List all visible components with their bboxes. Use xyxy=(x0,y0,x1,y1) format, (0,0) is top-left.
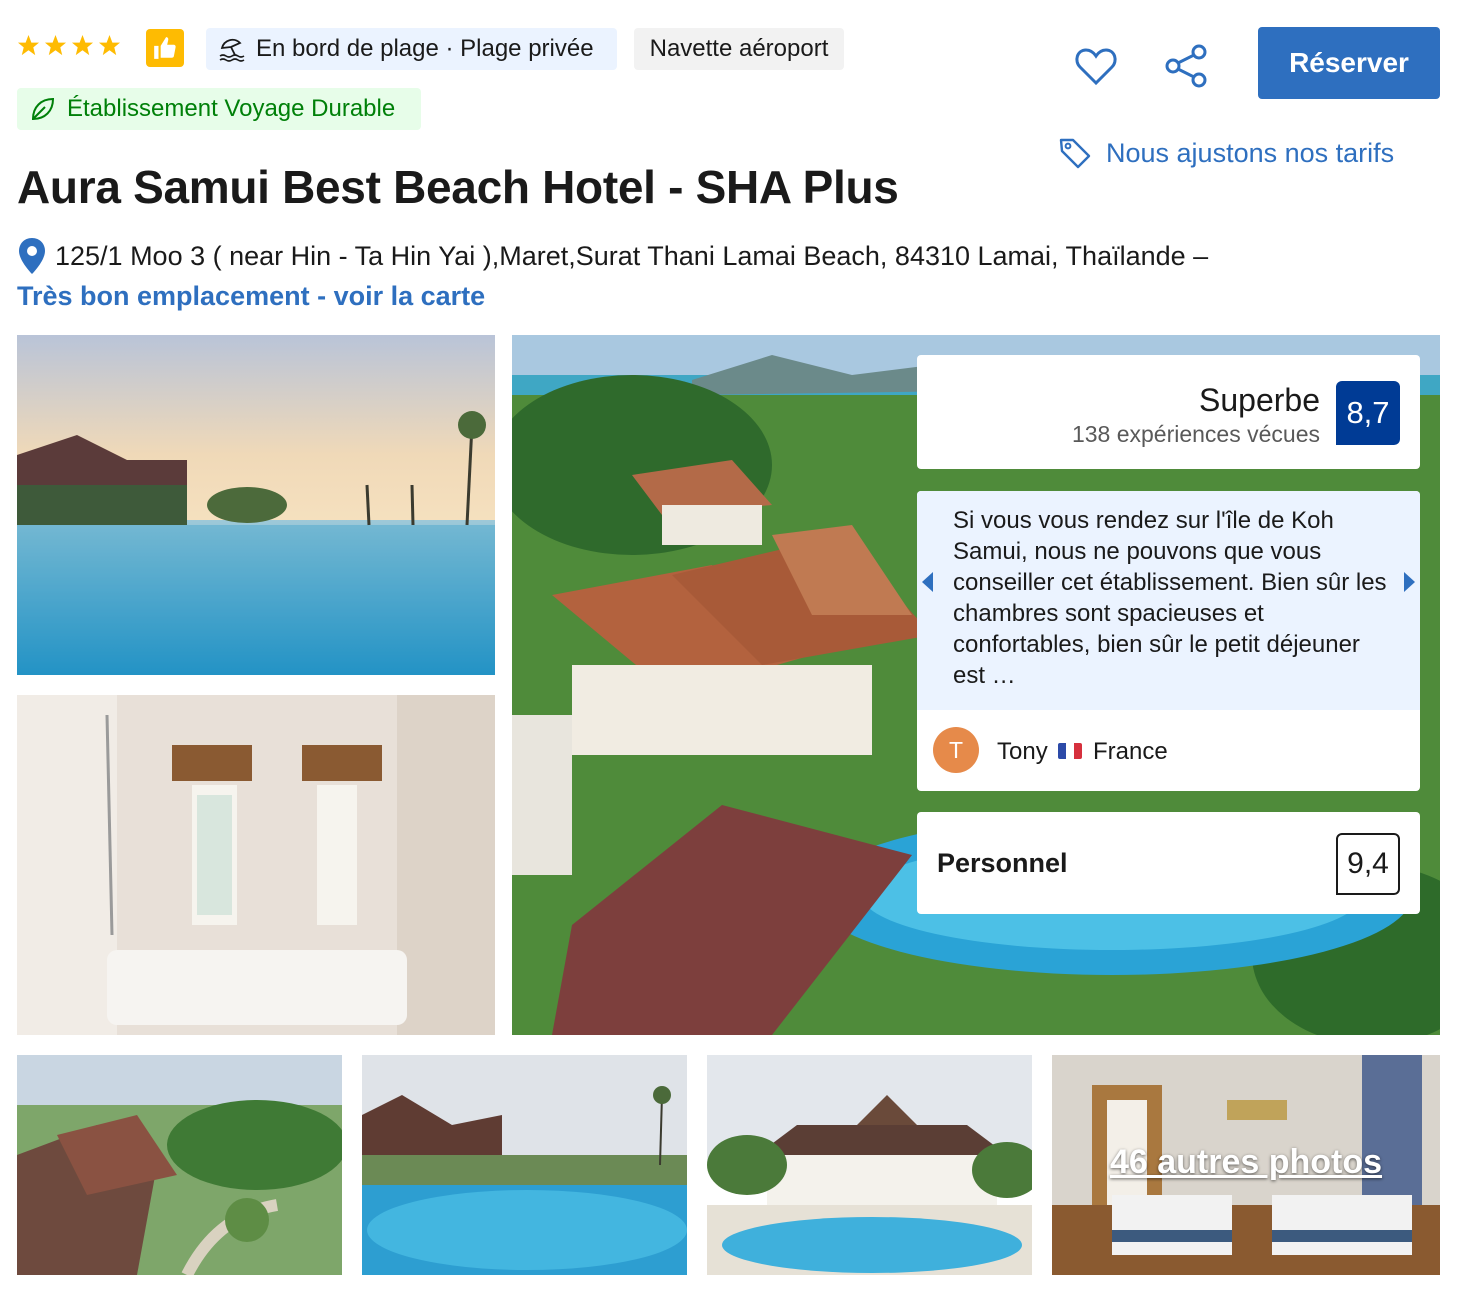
photo-thumbnail-restaurant[interactable] xyxy=(707,1055,1032,1275)
thumbs-up-icon xyxy=(146,29,184,67)
review-text: Si vous vous rendez sur l'île de Koh Sam… xyxy=(953,507,1387,689)
beach-chip-label: En bord de plage · Plage privée xyxy=(256,35,594,62)
reviewer-country: France xyxy=(1093,738,1168,765)
beach-chip: En bord de plage · Plage privée xyxy=(206,28,617,70)
star-rating xyxy=(17,34,121,57)
photo-thumbnail-pool[interactable] xyxy=(362,1055,687,1275)
photo-thumbnail-garden[interactable] xyxy=(17,1055,342,1275)
heart-icon xyxy=(1075,48,1117,86)
tag-icon xyxy=(1059,138,1091,169)
shuttle-chip-label: Navette aéroport xyxy=(649,35,829,62)
sustainable-chip[interactable]: Établissement Voyage Durable xyxy=(17,88,421,130)
hotel-title: Aura Samui Best Beach Hotel - SHA Plus xyxy=(17,161,899,213)
star-icon xyxy=(17,34,40,56)
leaf-icon xyxy=(31,97,55,121)
address-text: 125/1 Moo 3 ( near Hin - Ta Hin Yai ),Ma… xyxy=(55,240,1209,271)
share-icon xyxy=(1165,44,1207,88)
chevron-right-icon xyxy=(1404,572,1415,592)
staff-rating-score: 9,4 xyxy=(1336,833,1400,895)
show-map-link[interactable]: Très bon emplacement - voir la carte xyxy=(17,281,485,312)
reserve-button[interactable]: Réserver xyxy=(1258,27,1440,99)
location-pin-icon xyxy=(19,238,45,274)
review-body: Si vous vous rendez sur l'île de Koh Sam… xyxy=(917,491,1420,710)
reviewer-name: Tony xyxy=(997,738,1048,765)
france-flag-icon xyxy=(1058,743,1082,759)
review-count: 138 expériences vécues xyxy=(1071,421,1320,447)
sustainable-chip-label: Établissement Voyage Durable xyxy=(67,95,396,122)
photo-thumbnail-bedroom[interactable]: 46 autres photos xyxy=(1052,1055,1440,1275)
star-icon xyxy=(98,34,121,56)
photo-pool-sunset[interactable] xyxy=(17,335,495,675)
beach-icon xyxy=(219,38,245,62)
chevron-left-icon xyxy=(922,572,933,592)
address-row: 125/1 Moo 3 ( near Hin - Ta Hin Yai ),Ma… xyxy=(17,236,1208,276)
rating-card[interactable]: Superbe 138 expériences vécues 8,7 xyxy=(917,355,1420,469)
share-button[interactable] xyxy=(1163,43,1209,89)
rating-score-badge: 8,7 xyxy=(1336,381,1400,445)
reviewer-info: T Tony France xyxy=(917,710,1420,791)
price-match-label: Nous ajustons nos tarifs xyxy=(1106,137,1395,168)
star-icon xyxy=(71,34,94,56)
avatar: T xyxy=(933,727,979,773)
staff-rating-card: Personnel 9,4 xyxy=(917,812,1420,914)
save-favorite-button[interactable] xyxy=(1073,43,1119,89)
price-match-link[interactable]: Nous ajustons nos tarifs xyxy=(1058,136,1394,170)
star-icon xyxy=(44,34,67,56)
previous-review-button[interactable] xyxy=(919,569,937,595)
next-review-button[interactable] xyxy=(1400,569,1418,595)
staff-rating-label: Personnel xyxy=(937,848,1068,878)
photo-bathroom[interactable] xyxy=(17,695,495,1035)
featured-review-card: Si vous vous rendez sur l'île de Koh Sam… xyxy=(917,491,1420,791)
more-photos-link[interactable]: 46 autres photos xyxy=(1052,1143,1440,1182)
rating-label: Superbe xyxy=(1199,382,1320,418)
shuttle-chip: Navette aéroport xyxy=(634,28,844,70)
